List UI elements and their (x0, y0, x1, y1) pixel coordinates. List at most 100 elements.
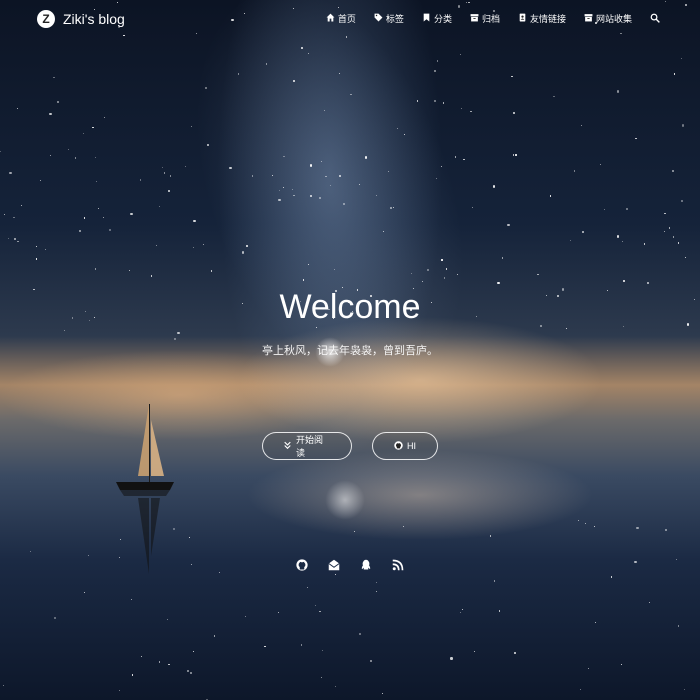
star (325, 175, 327, 178)
star (30, 551, 32, 553)
archive-icon (470, 13, 479, 24)
star (17, 240, 19, 243)
star (173, 338, 176, 341)
star (433, 69, 436, 72)
star (241, 251, 244, 254)
star (291, 189, 293, 191)
star (74, 157, 77, 159)
star (623, 280, 625, 282)
star (584, 523, 586, 525)
star (83, 132, 85, 135)
star (293, 80, 295, 82)
star (264, 645, 266, 647)
star (339, 175, 341, 177)
star (186, 669, 189, 672)
tags-icon (374, 13, 383, 24)
star (350, 93, 352, 95)
star (329, 184, 332, 187)
star (108, 228, 111, 231)
nav-item-home[interactable]: 首页 (326, 12, 356, 25)
star (252, 175, 254, 177)
star (436, 60, 438, 62)
star (677, 242, 679, 244)
star (161, 166, 164, 168)
star (393, 206, 395, 208)
nav-item-categories[interactable]: 分类 (422, 12, 452, 25)
star (668, 227, 670, 229)
address-book-icon (518, 13, 527, 24)
star (673, 236, 675, 238)
star (277, 612, 279, 614)
nav-item-tags[interactable]: 标签 (374, 12, 404, 25)
star (334, 573, 336, 576)
star (343, 202, 346, 205)
rss-icon[interactable] (392, 558, 404, 571)
nav-item-label: 标签 (385, 14, 404, 24)
star (513, 652, 516, 655)
star (443, 277, 445, 279)
brand-logo[interactable]: Z (37, 10, 55, 28)
star (381, 692, 383, 695)
star (102, 216, 104, 219)
star (49, 155, 51, 157)
star (470, 110, 472, 112)
hi-button[interactable]: HI (372, 432, 438, 460)
star (96, 180, 98, 182)
star (427, 268, 430, 272)
star (625, 207, 629, 211)
star (570, 239, 572, 242)
star (489, 535, 491, 537)
nav-item-label: 友情链接 (529, 14, 566, 24)
moon-reflection (325, 480, 365, 520)
star (382, 231, 385, 233)
star (282, 186, 284, 188)
star (334, 685, 336, 687)
star (663, 230, 666, 232)
brand-name[interactable]: Ziki's blog (63, 11, 125, 27)
start-reading-button[interactable]: 开始阅读 (262, 432, 352, 460)
star (193, 219, 196, 222)
star (588, 667, 590, 669)
nav-item-archives[interactable]: 归档 (470, 12, 500, 25)
star (54, 616, 57, 619)
star (128, 270, 130, 272)
star (680, 199, 683, 203)
star (581, 230, 584, 233)
qq-icon[interactable] (360, 558, 372, 570)
star (237, 73, 240, 75)
star (314, 604, 317, 606)
star (616, 90, 619, 93)
star (537, 274, 539, 276)
star (581, 124, 583, 127)
star (13, 237, 16, 241)
star (410, 272, 412, 274)
star (580, 689, 582, 691)
nav-item-links[interactable]: 友情链接 (518, 12, 566, 25)
star (319, 610, 321, 612)
brand[interactable]: Z Ziki's blog (37, 10, 125, 28)
star (456, 273, 458, 276)
nav-item-collections[interactable]: 网站收集 (584, 12, 632, 25)
social-links (0, 558, 700, 571)
star (435, 178, 437, 180)
github-icon[interactable] (296, 558, 308, 571)
star (3, 214, 5, 216)
double-chevron-down-icon (283, 441, 292, 452)
star (599, 163, 601, 165)
star (164, 172, 166, 174)
star (321, 160, 323, 163)
search-button[interactable] (650, 13, 660, 25)
star (266, 63, 268, 65)
star (9, 171, 12, 174)
star (665, 529, 668, 532)
star (213, 635, 215, 637)
star (119, 689, 121, 692)
star (83, 591, 85, 593)
star (375, 195, 377, 197)
star (616, 235, 619, 238)
star (389, 206, 392, 210)
envelope-open-icon[interactable] (328, 558, 340, 571)
star (440, 165, 442, 168)
star (593, 525, 596, 527)
star (184, 165, 187, 167)
